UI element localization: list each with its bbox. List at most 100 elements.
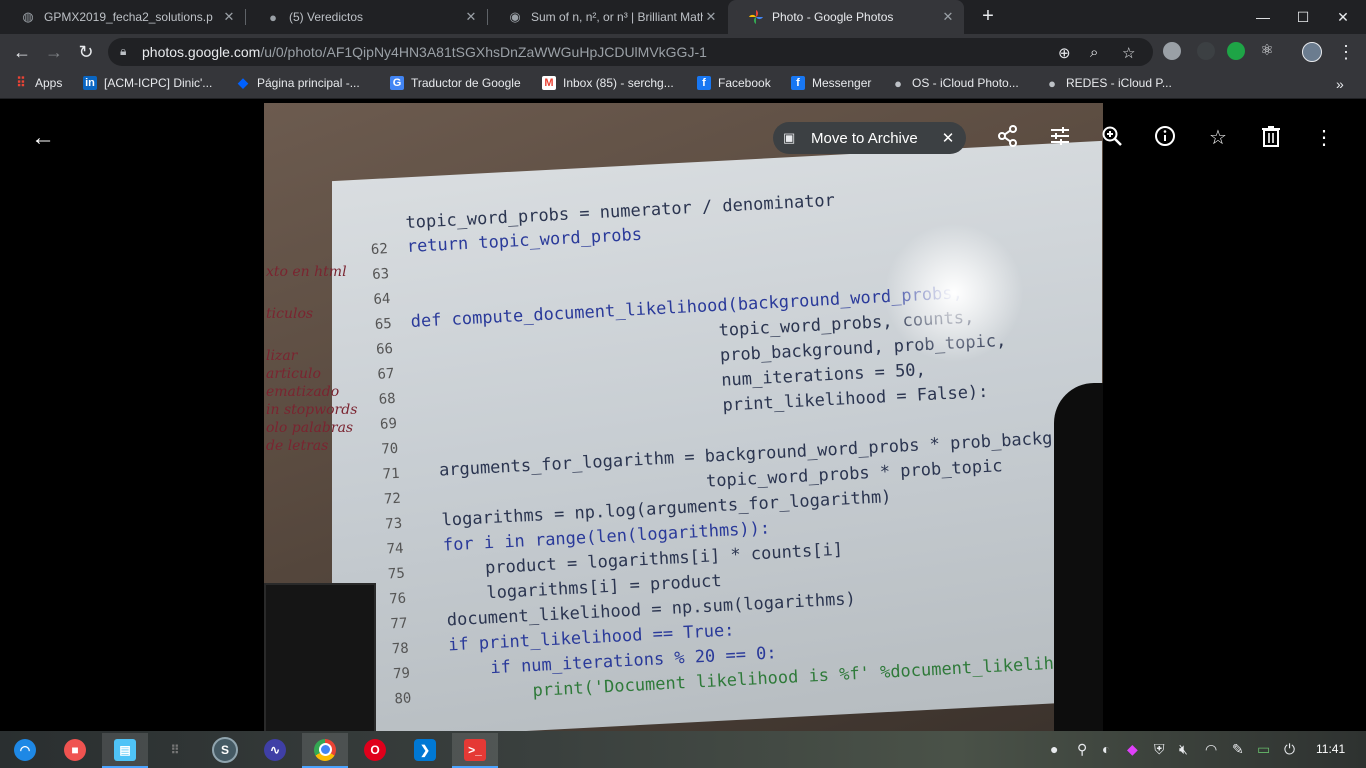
forward-button[interactable]: → xyxy=(40,38,68,66)
close-tab-icon[interactable]: ✕ xyxy=(940,9,956,25)
line-number: 75 xyxy=(387,565,406,583)
battery-icon[interactable]: ▭ xyxy=(1257,741,1270,758)
extension-icon[interactable] xyxy=(1197,42,1215,60)
bookmark-label: OS - iCloud Photo... xyxy=(912,76,1019,90)
favorite-star-icon[interactable]: ☆ xyxy=(1205,125,1231,151)
close-tab-icon[interactable]: ✕ xyxy=(703,9,719,25)
react-icon[interactable]: ⚛ xyxy=(1258,42,1276,60)
bookmark-gmail[interactable]: M Inbox (85) - serchg... xyxy=(542,76,674,90)
bookmark-label: Messenger xyxy=(812,76,872,90)
extension-icon[interactable] xyxy=(1227,42,1245,60)
tab-gpmx[interactable]: ◍ GPMX2019_fecha2_solutions.p ✕ xyxy=(0,0,245,34)
bookmark-icloud-os[interactable]: ● OS - iCloud Photo... xyxy=(891,76,1019,91)
vscode-icon: ❯ xyxy=(414,738,436,761)
brilliant-icon: ◉ xyxy=(509,9,521,24)
edit-sliders-icon[interactable] xyxy=(1047,125,1073,151)
chat-icon[interactable]: ● xyxy=(1050,741,1058,757)
zoom-icon[interactable]: ⌕ xyxy=(1090,44,1098,61)
file-manager-button[interactable]: ▤ xyxy=(102,733,148,768)
note-line: de letras xyxy=(266,438,329,454)
note-line: xto en html xyxy=(266,264,347,280)
linkedin-icon: in xyxy=(83,76,97,90)
note-line: ticulos xyxy=(266,306,314,322)
monitor-silhouette xyxy=(264,583,376,731)
close-tab-icon[interactable]: ✕ xyxy=(221,9,237,25)
back-button[interactable]: ← xyxy=(8,38,36,66)
chrome-button[interactable] xyxy=(302,733,348,768)
browser-toolbar: ← → ↻ 🔒︎ photos.google.com/u/0/photo/AF1… xyxy=(0,34,1366,70)
usb-icon[interactable]: ⚲ xyxy=(1077,741,1087,758)
globe-icon: ◍ xyxy=(22,9,34,24)
bookmark-messenger[interactable]: f Messenger xyxy=(791,76,871,90)
photo-viewer: xto en html ticulos lizar articulo emati… xyxy=(0,99,1366,731)
bookmark-apps[interactable]: ⠿ Apps xyxy=(14,75,62,90)
taskbar: ◠ ■ ▤ ⠿ S ∿ O ❯ >_ ● ⚲ ◐ ◆ ⛨ 🔇︎ ◠ ✎ ▭ ⏻ … xyxy=(0,731,1366,768)
bookmark-translate[interactable]: G Traductor de Google xyxy=(390,76,521,90)
clock: 11:41 xyxy=(1316,742,1346,756)
gmail-icon: M xyxy=(542,76,556,90)
bookmark-label: Facebook xyxy=(718,76,771,90)
bookmark-star-icon[interactable]: ☆ xyxy=(1122,44,1135,62)
bookmark-label: [ACM-ICPC] Dinic'... xyxy=(104,76,213,90)
sublime-button[interactable]: S xyxy=(202,733,248,766)
add-icon[interactable]: ⊕ xyxy=(1058,44,1071,62)
facebook-icon: f xyxy=(791,76,805,90)
system-monitor-button[interactable]: ∿ xyxy=(252,733,298,766)
extension-icon[interactable] xyxy=(1163,42,1181,60)
vscode-button[interactable]: ❯ xyxy=(402,733,448,766)
line-number: 62 xyxy=(370,241,389,258)
bookmark-facebook[interactable]: f Facebook xyxy=(697,76,771,90)
zoom-in-icon[interactable] xyxy=(1099,125,1125,151)
bookmark-label: Página principal -... xyxy=(257,76,360,90)
facebook-icon: f xyxy=(697,76,711,90)
volume-muted-icon[interactable]: 🔇︎ xyxy=(1179,741,1188,758)
reload-button[interactable]: ↻ xyxy=(72,38,100,66)
close-icon[interactable]: ✕ xyxy=(938,129,958,147)
bookmark-acm[interactable]: in [ACM-ICPC] Dinic'... xyxy=(83,76,212,90)
bookmarks-overflow-icon[interactable]: » xyxy=(1336,76,1344,92)
jetbrains-icon[interactable]: ◆ xyxy=(1127,741,1138,758)
photo-image: xto en html ticulos lizar articulo emati… xyxy=(264,103,1103,731)
move-to-archive-chip[interactable]: ▣ Move to Archive ✕ xyxy=(773,122,966,154)
bookmark-icloud-redes[interactable]: ● REDES - iCloud P... xyxy=(1045,76,1172,91)
archive-label: Move to Archive xyxy=(811,129,918,147)
pen-icon[interactable]: ✎ xyxy=(1232,741,1244,758)
shield-icon[interactable]: ⛨ xyxy=(1154,741,1165,758)
launcher-button[interactable]: ⠿ xyxy=(152,733,198,766)
delete-trash-icon[interactable] xyxy=(1258,125,1284,151)
line-number: 72 xyxy=(383,490,402,508)
line-number: 78 xyxy=(391,640,410,658)
tab-brilliant[interactable]: ◉ Sum of n, n², or n³ | Brilliant Math ✕ xyxy=(487,0,727,34)
tab-title: (5) Veredictos xyxy=(289,10,364,24)
opera-icon: O xyxy=(364,738,386,761)
close-window-button[interactable]: ✕ xyxy=(1320,0,1366,34)
screen-recorder-button[interactable]: ■ xyxy=(52,733,98,766)
bookmarks-bar: ⠿ Apps in [ACM-ICPC] Dinic'... ◆ Página … xyxy=(0,70,1366,99)
menu-icon[interactable]: ⋮ xyxy=(1332,38,1360,66)
lock-icon: 🔒︎ xyxy=(120,44,127,58)
line-number: 64 xyxy=(373,291,391,308)
terminal-button[interactable]: >_ xyxy=(452,733,498,768)
power-icon[interactable]: ⏻ xyxy=(1284,741,1295,758)
google-photos-icon xyxy=(748,9,764,25)
bookmark-dropbox[interactable]: ◆ Página principal -... xyxy=(236,75,360,90)
share-icon[interactable] xyxy=(995,125,1021,151)
back-arrow-icon[interactable]: ← xyxy=(30,125,56,151)
avatar[interactable] xyxy=(1302,42,1322,62)
line-number: 80 xyxy=(394,690,412,708)
line-number: 65 xyxy=(374,315,393,333)
more-options-icon[interactable]: ⋮ xyxy=(1311,125,1337,151)
opera-button[interactable]: O xyxy=(352,733,398,766)
deepin-launcher-button[interactable]: ◠ xyxy=(2,733,48,766)
tab-google-photos[interactable]: Photo - Google Photos ✕ xyxy=(728,0,964,34)
deepin-icon: ◠ xyxy=(14,738,36,761)
headset-icon[interactable]: ◐ xyxy=(1102,741,1110,757)
address-bar[interactable]: 🔒︎ photos.google.com/u/0/photo/AF1QipNy4… xyxy=(108,38,1153,66)
tab-title: GPMX2019_fecha2_solutions.p xyxy=(44,10,213,24)
close-tab-icon[interactable]: ✕ xyxy=(463,9,479,25)
info-icon[interactable] xyxy=(1152,125,1178,151)
line-number: 63 xyxy=(371,266,390,283)
tab-veredictos[interactable]: ● (5) Veredictos ✕ xyxy=(245,0,487,34)
new-tab-button[interactable]: + xyxy=(977,5,999,27)
wifi-icon[interactable]: ◠ xyxy=(1205,741,1217,758)
